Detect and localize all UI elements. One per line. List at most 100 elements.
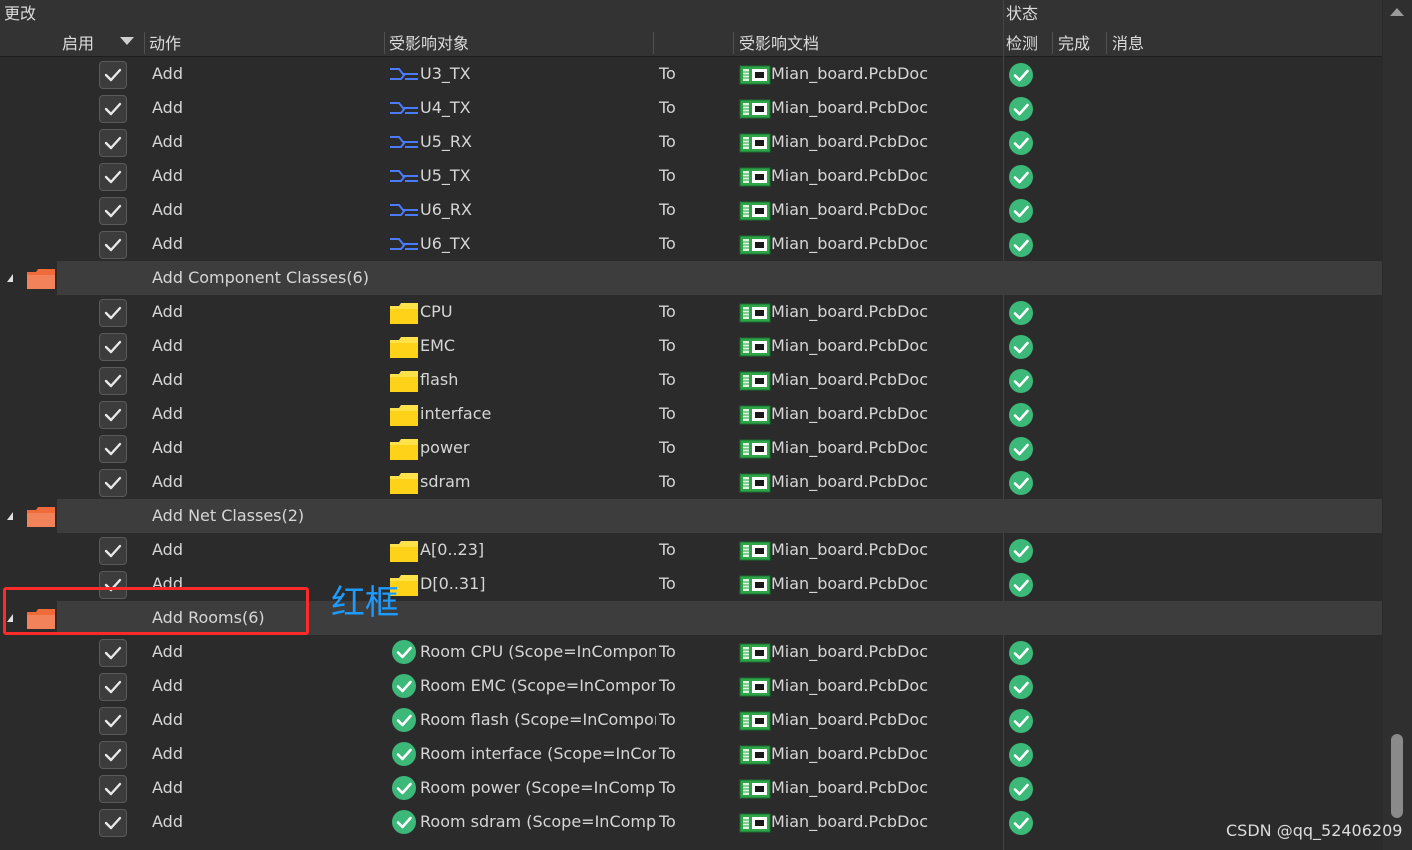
column-action[interactable]: 动作 [149, 34, 181, 54]
sort-descending-icon[interactable] [120, 37, 134, 45]
action-text: Add [152, 234, 183, 253]
to-text: To [659, 166, 676, 185]
column-enable[interactable]: 启用 [62, 34, 94, 54]
pcb-document-icon [739, 642, 771, 664]
affected-document-text: Mian_board.PcbDoc [771, 98, 928, 117]
enable-checkbox[interactable] [99, 333, 127, 361]
column-affected-object[interactable]: 受影响对象 [389, 34, 469, 54]
action-text: Add [152, 404, 183, 423]
change-row[interactable]: Add U6_RX To Mian_board.PcbDoc [0, 193, 1382, 227]
folder-icon [389, 301, 419, 324]
group-label: Add Component Classes(6) [152, 268, 369, 287]
action-text: Add [152, 132, 183, 151]
enable-checkbox[interactable] [99, 537, 127, 565]
to-text: To [659, 540, 676, 559]
affected-document-text: Mian_board.PcbDoc [771, 438, 928, 457]
folder-icon [389, 471, 419, 494]
affected-document-text: Mian_board.PcbDoc [771, 336, 928, 355]
column-separator[interactable] [384, 32, 385, 54]
action-text: Add [152, 778, 183, 797]
change-row[interactable]: Add Room sdram (Scope=InComponentClass('s… [0, 805, 1382, 839]
column-separator[interactable] [1052, 32, 1053, 54]
affected-document-text: Mian_board.PcbDoc [771, 812, 928, 831]
pcb-document-icon [739, 574, 771, 596]
enable-checkbox[interactable] [99, 95, 127, 123]
change-row[interactable]: Add U4_TX To Mian_board.PcbDoc [0, 91, 1382, 125]
group-row[interactable]: Add Component Classes(6) [0, 261, 1382, 295]
check-passed-icon [1008, 640, 1034, 666]
change-row[interactable]: Add Room interface (Scope=InComponentClas… [0, 737, 1382, 771]
change-row[interactable]: Add CPU To Mian_board.PcbDoc [0, 295, 1382, 329]
affected-object-text: Room flash (Scope=InComponentClass('flas… [420, 710, 656, 729]
enable-checkbox[interactable] [99, 435, 127, 463]
change-row[interactable]: Add Room power (Scope=InComponentClass('p… [0, 771, 1382, 805]
vertical-scrollbar[interactable] [1383, 0, 1412, 850]
check-passed-icon [1008, 62, 1034, 88]
change-row[interactable]: Add A[0..23] To Mian_board.PcbDoc [0, 533, 1382, 567]
affected-document-text: Mian_board.PcbDoc [771, 540, 928, 559]
affected-object-text: Room sdram (Scope=InComponentClass('sdra… [420, 812, 656, 831]
to-text: To [659, 744, 676, 763]
change-row[interactable]: Add flash To Mian_board.PcbDoc [0, 363, 1382, 397]
column-separator[interactable] [144, 32, 145, 54]
collapse-triangle-icon[interactable] [7, 274, 13, 282]
change-row[interactable]: Add Room EMC (Scope=InComponentClass('EMC… [0, 669, 1382, 703]
column-check[interactable]: 检测 [1006, 34, 1038, 54]
action-text: Add [152, 98, 183, 117]
enable-checkbox[interactable] [99, 299, 127, 327]
affected-object-text: U6_TX [420, 234, 471, 253]
enable-checkbox[interactable] [99, 809, 127, 837]
column-done[interactable]: 完成 [1058, 34, 1090, 54]
scroll-up-arrow-icon[interactable] [1390, 8, 1404, 16]
check-passed-icon [1008, 334, 1034, 360]
change-row[interactable]: Add power To Mian_board.PcbDoc [0, 431, 1382, 465]
column-separator[interactable] [733, 32, 734, 54]
column-separator[interactable] [1106, 32, 1107, 54]
change-row[interactable]: Add EMC To Mian_board.PcbDoc [0, 329, 1382, 363]
enable-checkbox[interactable] [99, 129, 127, 157]
change-row[interactable]: Add U5_RX To Mian_board.PcbDoc [0, 125, 1382, 159]
collapse-triangle-icon[interactable] [7, 512, 13, 520]
action-text: Add [152, 540, 183, 559]
affected-object-text: U4_TX [420, 98, 471, 117]
change-row[interactable]: Add U5_TX To Mian_board.PcbDoc [0, 159, 1382, 193]
change-row[interactable]: Add U6_TX To Mian_board.PcbDoc [0, 227, 1382, 261]
check-passed-icon [1008, 164, 1034, 190]
to-text: To [659, 710, 676, 729]
folder-icon [389, 539, 419, 562]
change-row[interactable]: Add interface To Mian_board.PcbDoc [0, 397, 1382, 431]
action-text: Add [152, 302, 183, 321]
column-affected-document[interactable]: 受影响文档 [739, 34, 819, 54]
enable-checkbox[interactable] [99, 197, 127, 225]
affected-object-text: power [420, 438, 470, 457]
enable-checkbox[interactable] [99, 741, 127, 769]
change-row[interactable]: Add Room CPU (Scope=InComponentClass('CPU… [0, 635, 1382, 669]
enable-checkbox[interactable] [99, 775, 127, 803]
to-text: To [659, 676, 676, 695]
action-text: Add [152, 642, 183, 661]
group-row[interactable]: Add Net Classes(2) [0, 499, 1382, 533]
enable-checkbox[interactable] [99, 673, 127, 701]
affected-object-text: U5_RX [420, 132, 472, 151]
affected-document-text: Mian_board.PcbDoc [771, 404, 928, 423]
to-text: To [659, 200, 676, 219]
affected-object-text: A[0..23] [420, 540, 485, 559]
column-separator[interactable] [653, 32, 654, 54]
enable-checkbox[interactable] [99, 469, 127, 497]
enable-checkbox[interactable] [99, 639, 127, 667]
change-row[interactable]: Add sdram To Mian_board.PcbDoc [0, 465, 1382, 499]
enable-checkbox[interactable] [99, 61, 127, 89]
scrollbar-thumb[interactable] [1391, 734, 1403, 818]
check-passed-icon [1008, 776, 1034, 802]
enable-checkbox[interactable] [99, 231, 127, 259]
enable-checkbox[interactable] [99, 367, 127, 395]
enable-checkbox[interactable] [99, 401, 127, 429]
change-row[interactable]: Add U3_TX To Mian_board.PcbDoc [0, 57, 1382, 91]
to-text: To [659, 472, 676, 491]
column-message[interactable]: 消息 [1112, 34, 1144, 54]
affected-document-text: Mian_board.PcbDoc [771, 132, 928, 151]
enable-checkbox[interactable] [99, 707, 127, 735]
change-row[interactable]: Add Room flash (Scope=InComponentClass('f… [0, 703, 1382, 737]
enable-checkbox[interactable] [99, 163, 127, 191]
action-text: Add [152, 336, 183, 355]
